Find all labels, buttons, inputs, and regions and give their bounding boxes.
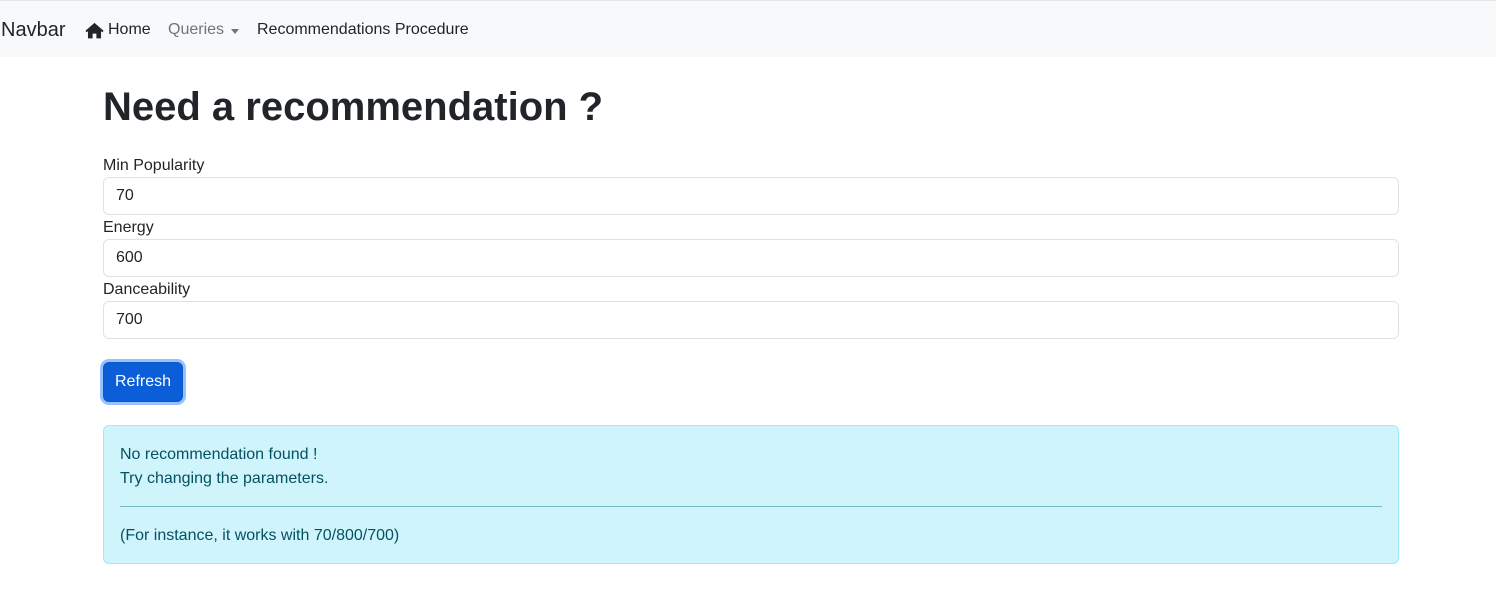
nav-home-link[interactable]: Home bbox=[85, 19, 151, 41]
alert-example-note: (For instance, it works with 70/800/700) bbox=[120, 527, 400, 544]
energy-input[interactable] bbox=[103, 239, 1399, 277]
nav-recommendations-procedure-link[interactable]: Recommendations Procedure bbox=[257, 19, 469, 41]
navbar: Navbar Home Queries Recommendations Proc… bbox=[0, 0, 1496, 57]
alert-hint: Try changing the parameters. bbox=[120, 470, 329, 487]
alert-divider bbox=[120, 506, 1382, 507]
danceability-label: Danceability bbox=[103, 281, 191, 298]
navbar-brand[interactable]: Navbar bbox=[1, 18, 65, 42]
nav-queries-dropdown[interactable]: Queries bbox=[168, 19, 240, 41]
min-popularity-label: Min Popularity bbox=[103, 157, 205, 174]
home-icon bbox=[85, 22, 104, 38]
page-title: Need a recommendation ? bbox=[103, 85, 604, 129]
energy-label: Energy bbox=[103, 219, 154, 236]
refresh-button[interactable]: Refresh bbox=[103, 362, 183, 402]
nav-home-label: Home bbox=[108, 21, 151, 38]
danceability-input[interactable] bbox=[103, 301, 1399, 339]
nav-queries-label: Queries bbox=[168, 21, 225, 38]
no-recommendation-alert: No recommendation found ! Try changing t… bbox=[103, 425, 1399, 564]
caret-down-icon bbox=[231, 28, 240, 34]
min-popularity-input[interactable] bbox=[103, 177, 1399, 215]
alert-message: No recommendation found ! bbox=[120, 446, 318, 463]
